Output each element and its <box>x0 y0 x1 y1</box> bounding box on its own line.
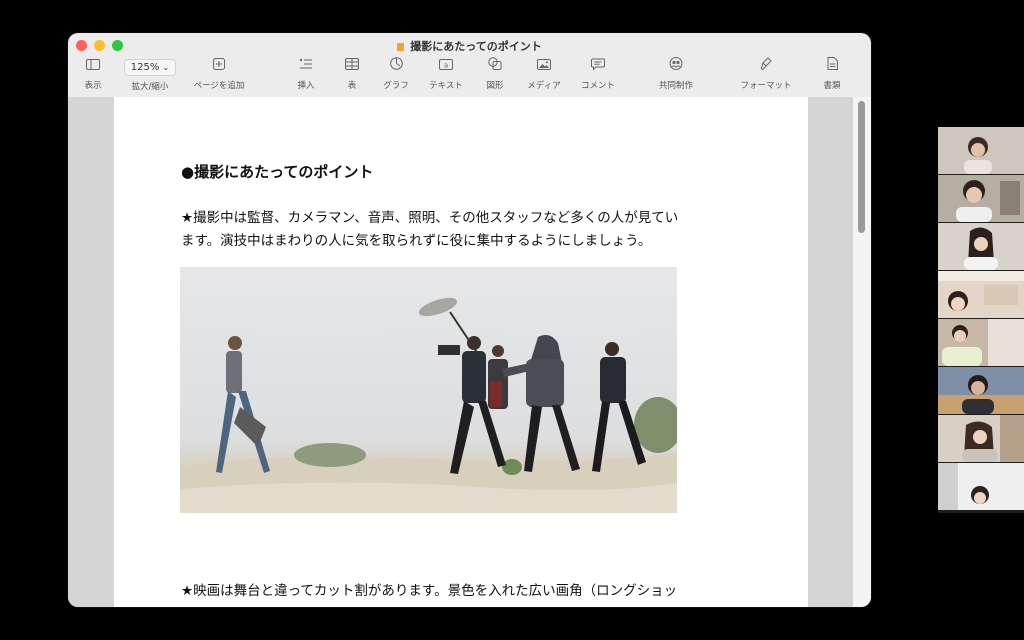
text-button[interactable]: a テキスト <box>424 57 468 97</box>
participant-video-art <box>938 415 1024 462</box>
clock-chart-icon <box>380 57 412 77</box>
participant-video-art <box>938 223 1024 270</box>
view-button[interactable]: 表示 <box>78 57 108 97</box>
media-button[interactable]: メディア <box>524 57 564 97</box>
zoom-control[interactable]: 125% ⌄ 拡大/縮小 <box>122 57 178 97</box>
media-label: メディア <box>527 81 561 91</box>
participant-video-tile[interactable] <box>938 223 1024 270</box>
title-bar: 撮影にあたってのポイント <box>68 33 871 57</box>
participant-video-tile[interactable] <box>938 271 1024 318</box>
zoom-select[interactable]: 125% ⌄ <box>123 59 177 76</box>
paragraph-1: ★撮影中は監督、カメラマン、音声、照明、その他スタッフなど多くの人が見てい ます… <box>181 207 761 253</box>
participant-video-art <box>938 319 1024 366</box>
insert-label: 挿入 <box>297 81 315 91</box>
collaborate-button[interactable]: 共同制作 <box>654 57 698 97</box>
view-label: 表示 <box>84 81 102 91</box>
document-canvas[interactable]: ●撮影にあたってのポイント ★撮影中は監督、カメラマン、音声、照明、その他スタッ… <box>68 97 871 607</box>
participant-video-tile[interactable] <box>938 319 1024 366</box>
film-crew-photo-art <box>180 297 677 513</box>
table-icon <box>340 57 364 77</box>
chevron-down-icon: ⌄ <box>162 63 170 72</box>
participant-video-tile[interactable] <box>938 463 1024 510</box>
document-page[interactable]: ●撮影にあたってのポイント ★撮影中は監督、カメラマン、音声、照明、その他スタッ… <box>114 97 808 607</box>
document-icon <box>818 57 846 77</box>
table-label: 表 <box>347 81 357 91</box>
participant-video-art <box>938 367 1024 414</box>
comment-label: コメント <box>580 81 615 91</box>
section-heading: ●撮影にあたってのポイント <box>181 163 374 181</box>
film-crew-photo[interactable] <box>180 267 677 513</box>
participant-video-art <box>938 175 1024 222</box>
vertical-scrollbar[interactable] <box>853 97 871 607</box>
people-icon <box>654 57 698 77</box>
shape-button[interactable]: 図形 <box>482 57 508 97</box>
participant-video-art <box>938 271 1024 318</box>
chart-button[interactable]: グラフ <box>380 57 412 97</box>
document-label: 書類 <box>823 81 841 91</box>
participant-video-tile[interactable] <box>938 367 1024 414</box>
participant-video-tile[interactable] <box>938 175 1024 222</box>
textbox-icon: a <box>424 57 468 77</box>
scrollbar-thumb[interactable] <box>858 101 865 233</box>
participant-video-art <box>938 463 1024 510</box>
participant-video-tile[interactable] <box>938 127 1024 174</box>
shape-label: 図形 <box>486 81 504 91</box>
add-page-label: ページを追加 <box>193 81 245 91</box>
text-label: テキスト <box>429 81 463 91</box>
paintbrush-icon <box>736 57 796 77</box>
document-button[interactable]: 書類 <box>818 57 846 97</box>
participant-video-art <box>938 127 1024 174</box>
list-icon <box>290 57 322 77</box>
table-button[interactable]: 表 <box>340 57 364 97</box>
zoom-value: 125% <box>130 62 160 73</box>
sidebar-icon <box>78 57 108 77</box>
paragraph-1-line-2: ます。演技中はまわりの人に気を取られずに役に集中するようにしましょう。 <box>181 233 652 249</box>
chart-label: グラフ <box>383 81 409 91</box>
window-title-text: 撮影にあたってのポイント <box>410 40 542 53</box>
zoom-label: 拡大/縮小 <box>131 82 169 92</box>
svg-text:a: a <box>444 62 448 70</box>
image-icon <box>524 57 564 77</box>
format-button[interactable]: フォーマット <box>736 57 796 97</box>
video-call-gallery <box>938 127 1024 513</box>
plus-square-icon <box>188 57 250 77</box>
format-label: フォーマット <box>740 81 792 91</box>
shapes-icon <box>482 57 508 77</box>
pages-window: 撮影にあたってのポイント 表示 125% ⌄ 拡大/縮小 ページを追加 挿入 表… <box>68 33 871 607</box>
comment-button[interactable]: コメント <box>576 57 620 97</box>
paragraph-2: ★映画は舞台と違ってカット割があります。景色を入れた広い画角（ロングショッ <box>181 583 678 599</box>
collaborate-label: 共同制作 <box>658 81 693 91</box>
window-title: 撮影にあたってのポイント <box>68 38 871 54</box>
toolbar: 表示 125% ⌄ 拡大/縮小 ページを追加 挿入 表 グラフ a テキスト 図… <box>68 57 871 97</box>
participant-video-tile[interactable] <box>938 415 1024 462</box>
insert-button[interactable]: 挿入 <box>290 57 322 97</box>
speech-bubble-icon <box>576 57 620 77</box>
add-page-button[interactable]: ページを追加 <box>188 57 250 97</box>
document-icon <box>397 43 405 51</box>
paragraph-1-line-1: ★撮影中は監督、カメラマン、音声、照明、その他スタッフなど多くの人が見てい <box>181 210 679 226</box>
